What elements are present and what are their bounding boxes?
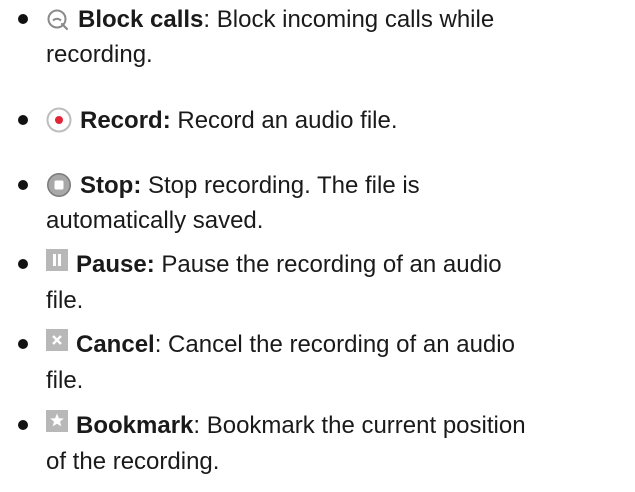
item-description-line1: Bookmark the current position — [206, 412, 526, 439]
item-term: Block calls — [78, 6, 204, 33]
block-calls-icon — [46, 7, 70, 31]
bullet-icon — [18, 259, 28, 269]
record-icon — [46, 107, 72, 133]
item-term: Stop: — [80, 172, 142, 199]
item-description-line1: Block incoming calls while — [216, 6, 495, 33]
stop-icon — [46, 172, 72, 198]
bookmark-icon — [46, 407, 68, 442]
bullet-icon — [18, 339, 28, 349]
item-term: Record: — [80, 107, 171, 134]
bullet-icon — [18, 420, 28, 430]
item-term: Cancel — [76, 331, 155, 358]
item-description-line2: of the recording. — [46, 448, 220, 476]
item-description-line1: Record an audio file. — [177, 107, 398, 134]
bulleted-icon-list: Block calls: Block incoming calls while … — [0, 0, 635, 492]
bullet-icon — [18, 180, 28, 190]
item-description-line2: recording. — [46, 41, 153, 68]
item-description-line1: Stop recording. The file is — [147, 172, 420, 199]
item-description-line2: file. — [46, 287, 84, 315]
cancel-icon — [46, 326, 68, 361]
bullet-icon — [18, 14, 28, 24]
item-term: Bookmark — [76, 412, 194, 439]
item-description-line2: file. — [46, 367, 84, 395]
item-description-line2: automatically saved. — [46, 207, 264, 234]
bullet-icon — [18, 115, 28, 125]
item-term: Pause: — [76, 251, 155, 278]
item-description-line1: Pause the recording of an audio — [161, 251, 502, 278]
pause-icon — [46, 246, 68, 281]
item-description-line1: Cancel the recording of an audio — [168, 331, 515, 358]
